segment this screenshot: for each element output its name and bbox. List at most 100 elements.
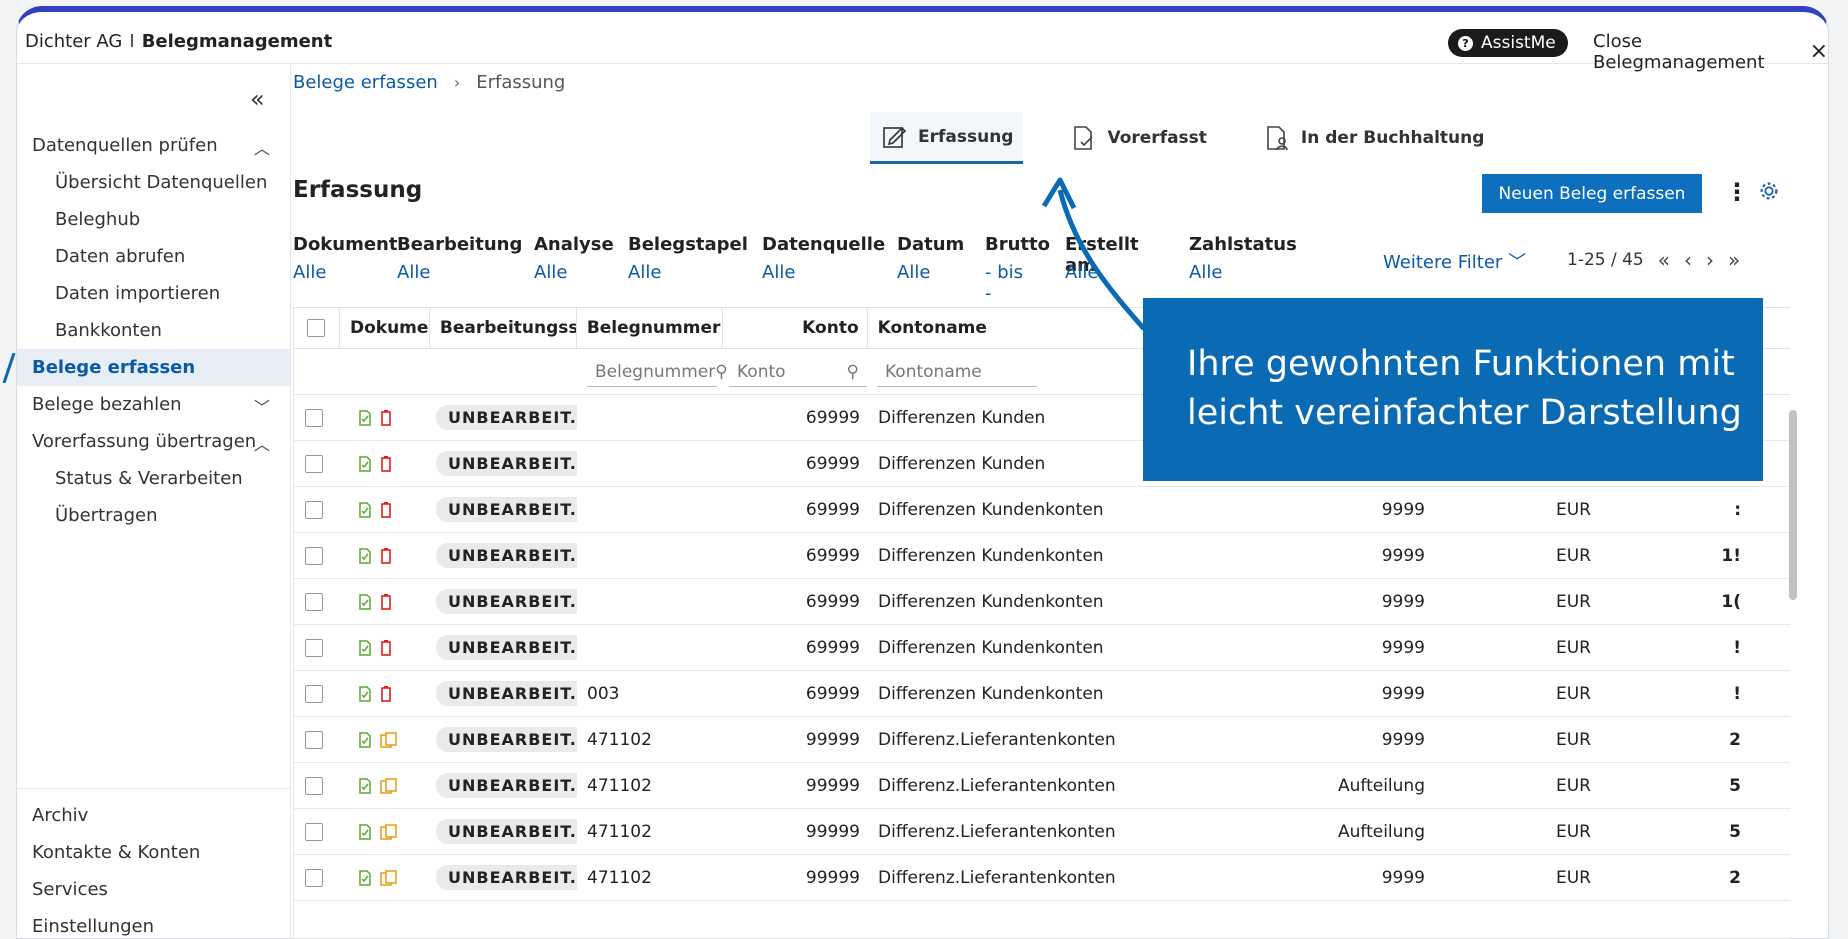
column-konto[interactable]: Konto bbox=[723, 308, 868, 348]
row-checkbox[interactable] bbox=[305, 868, 323, 887]
sidebar-item-daten-abrufen[interactable]: Daten abrufen bbox=[17, 238, 290, 275]
table-row[interactable]: UNBEARBEIT... 471102 99999 Differenz.Liefer… bbox=[294, 763, 1790, 809]
konto-search-input[interactable]: Konto ⚲ bbox=[729, 357, 867, 387]
sidebar-item-beleghub[interactable]: Beleghub bbox=[17, 201, 290, 238]
table-row[interactable]: UNBEARBEIT... 69999 Differenzen Kundenkont… bbox=[294, 625, 1790, 671]
konto-cell: 99999 bbox=[805, 821, 860, 842]
filter-bearbeitung[interactable]: Bearbeitung Alle bbox=[397, 234, 522, 304]
table-row[interactable]: UNBEARBEIT... 69999 Differenzen Kundenkont… bbox=[294, 579, 1790, 625]
row-checkbox[interactable] bbox=[305, 684, 323, 703]
document-ok-icon bbox=[359, 685, 371, 702]
more-filters-dropdown[interactable]: Weitere Filter ﹀ bbox=[1383, 248, 1526, 274]
document-ok-icon bbox=[359, 639, 371, 656]
status-cell: UNBEARBEIT... bbox=[430, 543, 577, 568]
row-select-cell bbox=[294, 546, 340, 565]
sidebar-item-bankkonten[interactable]: Bankkonten bbox=[17, 312, 290, 349]
column-label: Kontoname bbox=[877, 318, 987, 338]
filter-analyse[interactable]: Analyse Alle bbox=[534, 234, 614, 304]
row-checkbox[interactable] bbox=[305, 730, 323, 749]
row-checkbox[interactable] bbox=[305, 638, 323, 657]
tab-vorerfasst[interactable]: Vorerfasst bbox=[1059, 112, 1216, 164]
pagination-range: 1-25 / 45 bbox=[1567, 250, 1644, 270]
table-row[interactable]: UNBEARBEIT... 471102 99999 Differenz.Liefer… bbox=[294, 809, 1790, 855]
steuer-cell: 9999 bbox=[1381, 637, 1425, 658]
row-select-cell bbox=[294, 776, 340, 795]
document-icons-cell bbox=[340, 547, 430, 564]
steuer-cell: 9999 bbox=[1381, 867, 1425, 888]
gear-icon[interactable] bbox=[1758, 180, 1780, 202]
sidebar-item-label: Belege erfassen bbox=[32, 357, 196, 378]
new-document-button[interactable]: Neuen Beleg erfassen bbox=[1482, 174, 1702, 213]
breadcrumb-chevron-icon: › bbox=[453, 73, 461, 92]
company-name: Dichter AG bbox=[25, 31, 123, 52]
previous-page-icon[interactable]: ‹ bbox=[1684, 248, 1692, 272]
belegnummer-cell: 471102 bbox=[587, 775, 652, 796]
sidebar-item-services[interactable]: Services bbox=[17, 871, 290, 908]
status-badge: UNBEARBEIT... bbox=[436, 405, 577, 430]
filter-zahlstatus[interactable]: Zahlstatus Alle bbox=[1189, 234, 1297, 304]
filter-dokument[interactable]: Dokument Alle bbox=[293, 234, 397, 304]
tab-erfassung[interactable]: Erfassung bbox=[870, 112, 1024, 164]
sidebar-item-uebersicht-datenquellen[interactable]: Übersicht Datenquellen bbox=[17, 164, 290, 201]
column-bearbeitungsstatus[interactable]: Bearbeitungssta... bbox=[430, 308, 577, 348]
table-scrollbar[interactable] bbox=[1789, 410, 1797, 600]
row-checkbox[interactable] bbox=[305, 408, 323, 427]
sidebar-item-archiv[interactable]: Archiv bbox=[17, 797, 290, 834]
last-page-icon[interactable]: » bbox=[1728, 248, 1740, 272]
document-icons-cell bbox=[340, 409, 430, 426]
steuer-cell: 9999 bbox=[1381, 499, 1425, 520]
kontoname-search-input[interactable]: Kontoname bbox=[877, 357, 1037, 387]
sidebar-item-belege-erfassen[interactable]: Belege erfassen bbox=[17, 349, 290, 386]
breadcrumb-parent-link[interactable]: Belege erfassen bbox=[293, 72, 438, 93]
close-app-button[interactable]: Close Belegmanagement × bbox=[1593, 31, 1828, 73]
table-row[interactable]: UNBEARBEIT... 69999 Differenzen Kundenkont… bbox=[294, 533, 1790, 579]
steuer-cell: 9999 bbox=[1381, 545, 1425, 566]
assistme-button[interactable]: ? AssistMe bbox=[1448, 29, 1568, 57]
kontoname-cell: Differenzen Kundenkonten bbox=[878, 637, 1104, 658]
row-checkbox[interactable] bbox=[305, 592, 323, 611]
row-select-cell bbox=[294, 684, 340, 703]
select-all-checkbox[interactable] bbox=[307, 319, 326, 337]
tab-label: Erfassung bbox=[918, 126, 1014, 147]
sidebar-item-label: Übertragen bbox=[55, 505, 158, 526]
filter-brutto[interactable]: Brutto - bis - bbox=[985, 234, 1050, 304]
more-options-icon[interactable]: ⋮ bbox=[1725, 178, 1749, 206]
belegnummer-search-input[interactable]: Belegnummer ⚲ bbox=[587, 357, 728, 387]
sidebar-item-label: Beleghub bbox=[55, 209, 141, 230]
row-checkbox[interactable] bbox=[305, 500, 323, 519]
amount-cell: 5 bbox=[1729, 775, 1741, 796]
filter-datenquelle[interactable]: Datenquelle Alle bbox=[762, 234, 885, 304]
search-icon: ⚲ bbox=[846, 361, 859, 382]
steuer-cell: 9999 bbox=[1381, 683, 1425, 704]
row-checkbox[interactable] bbox=[305, 546, 323, 565]
table-row[interactable]: UNBEARBEIT... 003 69999 Differenzen Kundenk… bbox=[294, 671, 1790, 717]
sidebar-item-einstellungen[interactable]: Einstellungen bbox=[17, 908, 290, 938]
row-checkbox[interactable] bbox=[305, 822, 323, 841]
sidebar-item-belege-bezahlen[interactable]: Belege bezahlen ﹀ bbox=[17, 386, 290, 423]
row-select-cell bbox=[294, 822, 340, 841]
sidebar-item-datenquellen-pruefen[interactable]: Datenquellen prüfen ︿ bbox=[17, 127, 290, 164]
amount-cell: 2 bbox=[1729, 729, 1741, 750]
table-row[interactable]: UNBEARBEIT... 471102 99999 Differenz.Liefer… bbox=[294, 855, 1790, 901]
collapse-sidebar-icon[interactable]: « bbox=[250, 85, 265, 113]
first-page-icon[interactable]: « bbox=[1658, 248, 1670, 272]
row-checkbox[interactable] bbox=[305, 776, 323, 795]
sidebar-item-status-verarbeiten[interactable]: Status & Verarbeiten bbox=[17, 460, 290, 497]
sidebar-item-kontakte-konten[interactable]: Kontakte & Konten bbox=[17, 834, 290, 871]
currency-cell: EUR bbox=[1556, 821, 1591, 842]
sidebar-item-vorerfassung-uebertragen[interactable]: Vorerfassung übertragen ︿ bbox=[17, 423, 290, 460]
sidebar-item-uebertragen[interactable]: Übertragen bbox=[17, 497, 290, 534]
next-page-icon[interactable]: › bbox=[1706, 248, 1714, 272]
sidebar-item-label: Übersicht Datenquellen bbox=[55, 172, 268, 193]
table-row[interactable]: UNBEARBEIT... 471102 99999 Differenz.Liefer… bbox=[294, 717, 1790, 763]
column-dokument[interactable]: Dokume... bbox=[340, 308, 430, 348]
filter-belegstapel[interactable]: Belegstapel Alle bbox=[628, 234, 748, 304]
column-belegnummer[interactable]: Belegnummer↑ bbox=[577, 308, 723, 348]
konto-cell: 69999 bbox=[805, 545, 860, 566]
row-checkbox[interactable] bbox=[305, 454, 323, 473]
tab-in-der-buchhaltung[interactable]: In der Buchhaltung bbox=[1253, 112, 1495, 164]
table-row[interactable]: UNBEARBEIT... 69999 Differenzen Kundenkont… bbox=[294, 487, 1790, 533]
sidebar-item-daten-importieren[interactable]: Daten importieren bbox=[17, 275, 290, 312]
filter-datum[interactable]: Datum Alle bbox=[897, 234, 964, 304]
steuer-cell: Aufteilung bbox=[1337, 775, 1425, 796]
